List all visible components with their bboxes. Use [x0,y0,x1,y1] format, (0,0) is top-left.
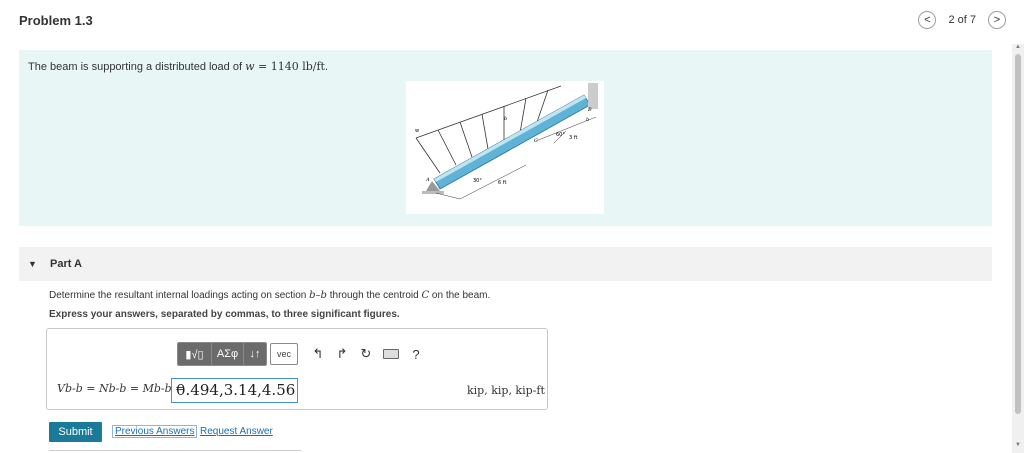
vertical-scrollbar[interactable]: ▲ ▼ [1012,44,1024,453]
label-60deg: 60° [556,132,565,138]
top-bar: Problem 1.3 < 2 of 7 > [0,0,1012,44]
caret-down-icon[interactable]: ▼ [28,259,37,269]
units-label: kip, kip, kip-ft [467,384,545,397]
intro-text-suffix: . [324,61,329,73]
reset-icon[interactable]: ↻ [354,343,378,365]
label-30deg: 30° [473,178,482,184]
greek-letters-button[interactable]: ΑΣφ [212,343,244,365]
label-B: B [587,107,592,113]
math-toolbar: ▮√▯ ΑΣφ ↓↑ vec ↰ ↱ ↻ ? [177,342,428,366]
label-3ft: 3 ft [569,135,577,141]
beam [433,94,591,190]
templates-button[interactable]: ▮√▯ [178,343,212,365]
question-suffix: on the beam. [429,290,491,301]
label-b-top: b [504,116,507,122]
keyboard-icon[interactable] [383,349,399,359]
problem-title: Problem 1.3 [19,13,93,28]
label-C: C [534,138,538,144]
divider [49,450,301,451]
previous-answers-button[interactable]: Previous Answers [112,425,198,438]
vector-button[interactable]: vec [270,343,298,365]
dimension-lines [435,116,597,200]
redo-icon[interactable]: ↱ [330,343,354,365]
scroll-down-icon[interactable]: ▼ [1015,442,1021,448]
beam-figure: w b b B A C 60° 3 ft 30° 6 ft [406,81,604,214]
part-a-header[interactable] [19,247,992,281]
beam-diagram: w b b B A C 60° 3 ft 30° 6 ft [415,83,598,200]
pager: < 2 of 7 > [918,11,1006,29]
part-a-label: Part A [50,258,82,270]
problem-intro: The beam is supporting a distributed loa… [19,50,992,226]
next-problem-button[interactable]: > [988,11,1006,29]
question-prefix: Determine the resultant internal loading… [49,290,310,301]
beam-highlight [434,95,586,182]
intro-text: The beam is supporting a distributed loa… [28,60,328,73]
help-icon[interactable]: ? [404,343,428,365]
wall [588,83,598,109]
equals-sign: = [254,60,271,73]
prev-problem-button[interactable]: < [918,11,937,29]
ground [422,191,444,194]
undo-icon[interactable]: ↰ [306,343,330,365]
scroll-up-icon[interactable]: ▲ [1015,44,1021,50]
w-symbol: w [245,60,255,73]
sort-button[interactable]: ↓↑ [244,343,266,365]
request-answer-button[interactable]: Request Answer [200,426,273,437]
label-A: A [425,177,430,183]
label-6ft: 6 ft [498,180,506,186]
submit-button[interactable]: Submit [49,422,102,442]
toolbar-group: ▮√▯ ΑΣφ ↓↑ [177,342,267,366]
question-middle: through the centroid [326,290,422,301]
intro-text-prefix: The beam is supporting a distributed loa… [28,61,246,73]
w-value: 1140 lb/ft [270,60,325,73]
chevron-left-icon: < [924,14,931,26]
answer-instruction: Express your answers, separated by comma… [49,309,400,320]
centroid-symbol: C [421,290,430,301]
answer-input[interactable]: 0.494,3.14,4.56 [171,378,298,403]
scroll-thumb[interactable] [1015,54,1021,414]
label-w: w [415,128,419,134]
question-text: Determine the resultant internal loading… [49,290,490,301]
page-indicator: 2 of 7 [948,14,976,26]
section-symbol: b–b [309,290,327,301]
chevron-right-icon: > [993,14,1001,26]
expression-label: Vb-b = Nb-b = Mb-b = [57,382,185,395]
label-b-right: b [586,117,589,123]
